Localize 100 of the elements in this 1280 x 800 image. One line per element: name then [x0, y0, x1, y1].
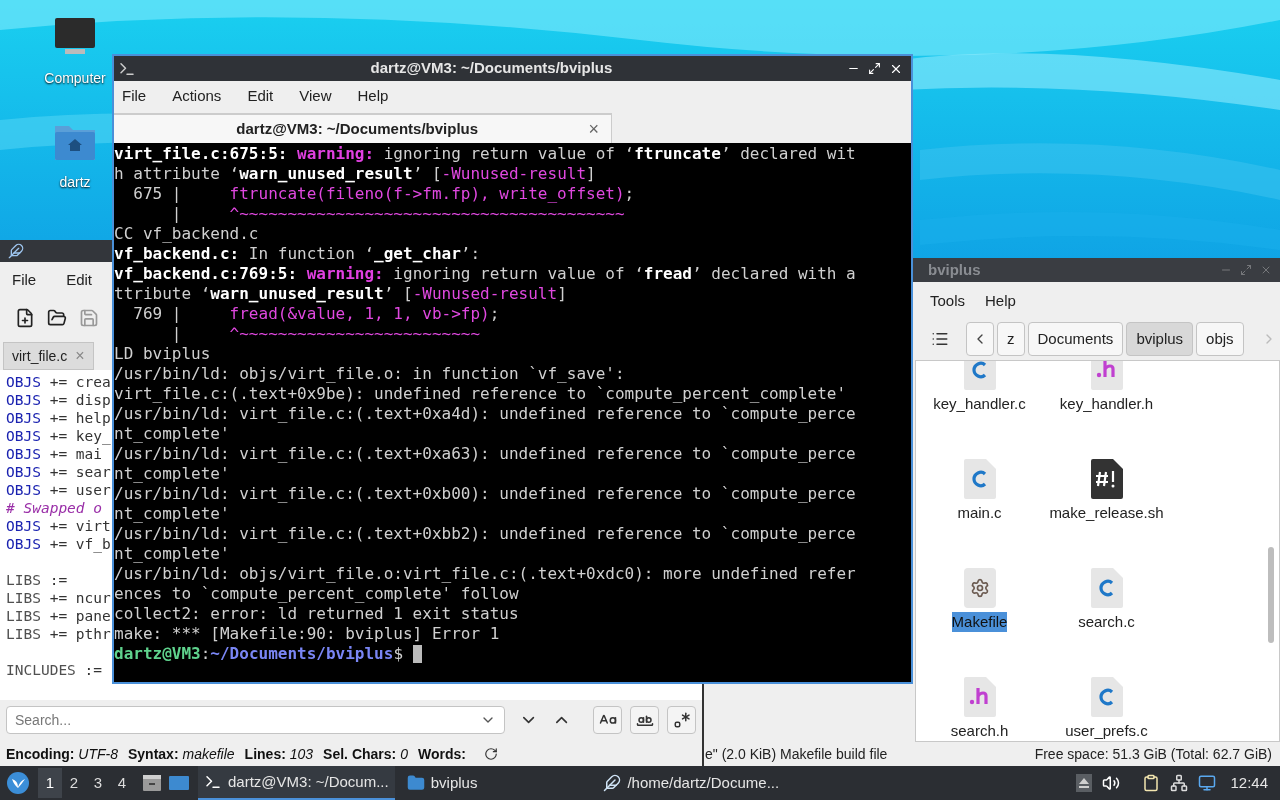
code-line: OBJS += sear: [6, 464, 111, 480]
makefile-icon: [963, 568, 996, 608]
terminal-line: nt_complete': [114, 504, 230, 524]
terminal-line: | ^~~~~~~~~~~~~~~~~~~~~~~~~~: [170, 324, 481, 344]
scrollbar-thumb[interactable]: [1268, 547, 1274, 643]
file-name[interactable]: key_handler.c: [933, 394, 1026, 414]
file-name[interactable]: search.h: [950, 721, 1009, 741]
eject-icon[interactable]: [1076, 774, 1093, 792]
task-button[interactable]: /home/dartz/Docume...: [597, 766, 786, 800]
path-button[interactable]: z: [997, 322, 1025, 356]
file-name[interactable]: search.c: [1078, 612, 1135, 632]
path-button[interactable]: objs: [1196, 322, 1244, 356]
c-file-icon: [963, 459, 996, 499]
terminal-line: vf_backend.c:769:5: warning: ignoring return value of ‘fread’ declared with a: [114, 264, 856, 284]
terminal-line: /usr/bin/ld: virt_file.c:(.text+0xbb2): undefined reference to `compute_perce: [114, 524, 856, 544]
header-file-icon: [1090, 361, 1123, 390]
editor-tab[interactable]: virt_file.c ×: [3, 342, 94, 370]
terminal-line: /usr/bin/ld: virt_file.c:(.text+0xa4d): undefined reference to `compute_perce: [114, 404, 856, 424]
search-combo-box[interactable]: Search...: [6, 706, 505, 734]
terminal-line: h attribute ‘warn_unused_result’ [-Wunused-result]: [114, 164, 596, 184]
show-desktop-icon[interactable]: [168, 774, 190, 792]
status-item: Words:: [417, 744, 466, 764]
status-item: Sel. Chars: 0: [323, 744, 408, 764]
regex-icon: [672, 711, 691, 729]
code-line: LIBS += ncur: [6, 590, 111, 606]
status-item: Lines: 103: [244, 744, 314, 764]
code-line: LIBS += pane: [6, 608, 111, 624]
task-button[interactable]: dartz@VM3: ~/Docum...: [198, 766, 395, 800]
terminal-line: nt_complete': [114, 464, 230, 484]
terminal-line: vf_backend.c: In function ‘_get_char’:: [114, 244, 481, 264]
terminal-line: dartz@VM3:~/Documents/bviplus$: [114, 644, 404, 664]
match-case-button[interactable]: [593, 706, 623, 734]
code-line: OBJS += disp: [6, 392, 111, 408]
script-file-icon: [1090, 459, 1123, 499]
search-field[interactable]: Search...: [15, 709, 480, 731]
volume-icon[interactable]: [1102, 774, 1121, 792]
menu-item[interactable]: Tools: [930, 289, 966, 313]
status-text: e" (2.0 KiB) Makefile build file: [705, 744, 888, 764]
menu-item[interactable]: Help: [985, 289, 1016, 313]
workspace-button[interactable]: 2: [62, 768, 86, 798]
task-button[interactable]: bviplus: [400, 766, 484, 800]
open-folder-icon[interactable]: [47, 308, 67, 328]
refresh-icon[interactable]: [483, 747, 498, 761]
menu-item[interactable]: Edit: [247, 84, 274, 108]
window-title: bviplus: [928, 259, 982, 280]
terminal-line: ences to `compute_percent_complete' follow: [114, 584, 519, 604]
file-name[interactable]: Makefile: [951, 612, 1008, 632]
terminal-line: 675 | ftruncate(fileno(f->fm.fp), write_offset);: [132, 184, 635, 204]
file-manager-launcher-icon[interactable]: [142, 774, 162, 792]
clock[interactable]: 12:44: [1230, 771, 1268, 795]
code-line: INCLUDES :=: [6, 662, 103, 678]
code-line: LIBS += pthr: [6, 626, 111, 642]
file-name[interactable]: main.c: [957, 503, 1002, 523]
file-name[interactable]: user_prefs.c: [1065, 721, 1148, 741]
tab-close-button[interactable]: ×: [588, 115, 599, 143]
regex-button[interactable]: [667, 706, 696, 734]
workspace-button[interactable]: 4: [110, 768, 134, 798]
code-line: LIBS :=: [6, 572, 68, 588]
start-menu-button[interactable]: [6, 771, 30, 795]
code-line: # Swapped o: [6, 500, 103, 516]
terminal-icon: [204, 773, 222, 791]
menu-item[interactable]: View: [299, 84, 332, 108]
code-line: OBJS += vf_b: [6, 536, 111, 552]
c-file-icon: [1090, 568, 1123, 608]
terminal-line: /usr/bin/ld: objs/virt_file.o: in function `vf_save':: [114, 364, 625, 384]
code-line: OBJS += crea: [6, 374, 111, 390]
network-icon[interactable]: [1170, 774, 1189, 792]
c-file-icon: [1090, 677, 1123, 717]
file-name[interactable]: key_handler.h: [1059, 394, 1154, 414]
code-line: OBJS += help: [6, 410, 111, 426]
whole-word-button[interactable]: [630, 706, 660, 734]
window-title: dartz@VM3: ~/Documents/bviplus: [369, 58, 614, 79]
list-view-icon[interactable]: [931, 330, 949, 348]
terminal-line: make: *** [Makefile:90: bviplus] Error 1: [114, 624, 500, 644]
menu-item[interactable]: Edit: [66, 268, 93, 292]
terminal-line: 769 | fread(&value, 1, 1, vb->fp);: [132, 304, 500, 324]
path-button[interactable]: bviplus: [1126, 322, 1194, 356]
status-item: Syntax: makefile: [128, 744, 235, 764]
header-file-icon: [963, 677, 996, 717]
free-space-text: Free space: 51.3 GiB (Total: 62.7 GiB): [1034, 744, 1272, 764]
clipboard-icon[interactable]: [1142, 774, 1161, 792]
tab-label: dartz@VM3: ~/Documents/bviplus: [235, 118, 480, 139]
menu-item[interactable]: File: [122, 84, 147, 108]
terminal-line: /usr/bin/ld: objs/virt_file.o:virt_file.c:(.text+0xdc0): more undefined refer: [114, 564, 856, 584]
terminal-tab[interactable]: dartz@VM3: ~/Documents/bviplus ×: [114, 113, 612, 143]
file-name[interactable]: make_release.sh: [1049, 503, 1164, 523]
menu-item[interactable]: Actions: [172, 84, 222, 108]
code-line: OBJS += user: [6, 482, 111, 498]
menu-item[interactable]: File: [12, 268, 37, 292]
workspace-button[interactable]: 3: [86, 768, 110, 798]
maximize-button[interactable]: [868, 61, 881, 75]
terminal-line: /usr/bin/ld: virt_file.c:(.text+0xa63): undefined reference to `compute_perce: [114, 444, 856, 464]
code-line: OBJS += virt: [6, 518, 111, 534]
path-button[interactable]: Documents: [1027, 322, 1124, 356]
menu-item[interactable]: Help: [357, 84, 389, 108]
terminal-line: LD bviplus: [114, 344, 211, 364]
workspace-button[interactable]: 1: [38, 768, 62, 798]
new-file-icon[interactable]: [15, 308, 35, 328]
terminal-line: CC vf_backend.c: [114, 224, 259, 244]
terminal-line: collect2: error: ld returned 1 exit status: [114, 604, 519, 624]
